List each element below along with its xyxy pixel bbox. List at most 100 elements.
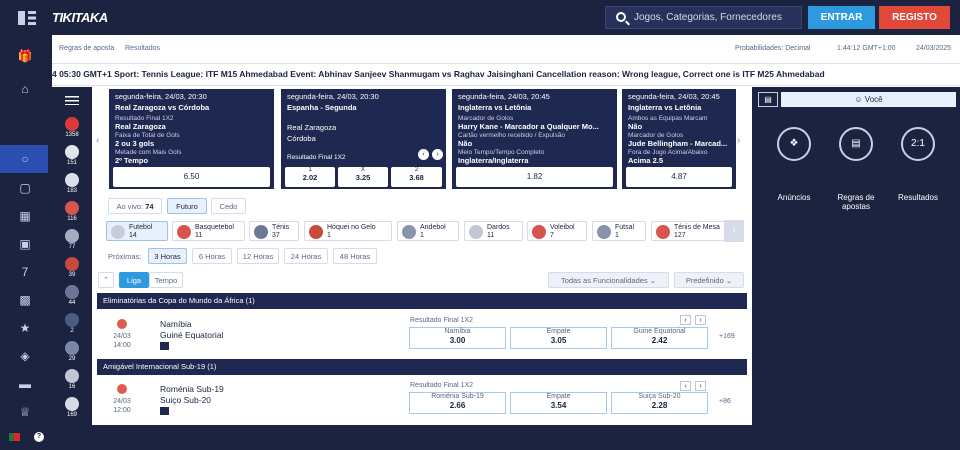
help-icon[interactable]: ? [34, 432, 44, 442]
card-odd-button[interactable]: 1.82 [456, 167, 613, 187]
more-markets[interactable]: +86 [719, 398, 731, 405]
live-icon[interactable]: ▢ [16, 181, 34, 195]
chevron-right-icon[interactable]: › [695, 381, 706, 391]
sport-chip-handball[interactable]: Andebol 1 [397, 221, 459, 241]
sport-col-item[interactable]: 44 [58, 285, 86, 306]
sport-col-item[interactable]: 1358 [58, 117, 86, 138]
more-markets[interactable]: +169 [719, 333, 735, 340]
features-dropdown[interactable]: Todas as Funcionalidades ⌄ [548, 272, 669, 288]
tab-early[interactable]: Cedo [211, 198, 246, 214]
chevron-right-icon[interactable]: › [432, 149, 443, 160]
outcome-button[interactable]: 1 2.02 [285, 167, 335, 187]
announcements-label[interactable]: Anúncios [766, 193, 822, 202]
sport-col-item[interactable]: 77 [58, 229, 86, 250]
crown-icon[interactable]: ♕ [16, 405, 34, 419]
sport-col-item[interactable]: 169 [58, 397, 86, 418]
odds-button[interactable]: Namíbia 3.00 [409, 327, 506, 349]
odds-button[interactable]: Suiça Sub-20 2.28 [611, 392, 708, 414]
home-team[interactable]: Roménia Sub-19 [160, 384, 224, 394]
odds-button[interactable]: Guiné Equatorial 2.42 [611, 327, 708, 349]
next-48h[interactable]: 48 Horas [333, 248, 377, 264]
seven-icon[interactable]: 7 [16, 265, 34, 279]
gift-icon[interactable]: 🎁 [16, 49, 34, 63]
sport-col-item[interactable]: 29 [58, 341, 86, 362]
odds-format-select[interactable]: Probabilidades: Decimal [735, 45, 810, 52]
odds-button[interactable]: Empate 3.54 [510, 392, 607, 414]
rules-book-icon[interactable]: ▤ [839, 127, 873, 161]
sport-chip-darts[interactable]: Dardos 11 [464, 221, 523, 241]
trophy-icon[interactable]: ★ [16, 321, 34, 335]
tab-time[interactable]: Tempo [149, 272, 183, 288]
register-button[interactable]: REGISTO [879, 6, 950, 29]
login-button[interactable]: ENTRAR [808, 6, 875, 29]
sport-col-item[interactable]: 183 [58, 173, 86, 194]
away-team[interactable]: Guiné Equatorial [160, 330, 223, 340]
odds-button[interactable]: Roménia Sub-19 2.66 [409, 392, 506, 414]
chevron-left-icon[interactable]: ‹ [96, 135, 99, 146]
chevron-right-icon[interactable]: › [724, 220, 744, 242]
featured-card[interactable]: segunda-feira, 24/03, 20:45 Inglaterra v… [622, 89, 736, 189]
slots-icon[interactable]: ▩ [16, 293, 34, 307]
sport-col-item[interactable]: 2 [58, 313, 86, 334]
sport-col-item[interactable]: 151 [58, 145, 86, 166]
chevron-right-icon[interactable]: › [695, 315, 706, 325]
outcome-button[interactable]: X 3.25 [338, 167, 388, 187]
chevron-left-icon[interactable]: ‹ [418, 149, 429, 160]
coupon-icon[interactable]: ▦ [16, 209, 34, 223]
stats-icon[interactable] [160, 407, 169, 415]
sport-chip-table-tennis[interactable]: Ténis de Mesa 127 [651, 221, 726, 241]
odds-button[interactable]: Empate 3.05 [510, 327, 607, 349]
chevron-left-icon[interactable]: ‹ [680, 381, 691, 391]
card-odd-button[interactable]: 4.87 [626, 167, 732, 187]
results-label[interactable]: Resultados [890, 193, 946, 202]
sport-col-item[interactable]: 16 [58, 369, 86, 390]
league-header[interactable]: Eliminatórias da Copa do Mundo da África… [97, 293, 747, 309]
sport-chip-futsal[interactable]: Futsal 1 [592, 221, 646, 241]
betslip-user-tab[interactable]: ☺ Você [781, 92, 956, 107]
sport-chip-hockey[interactable]: Hóquei no Gelo 1 [304, 221, 392, 241]
megaphone-icon[interactable]: ❖ [777, 127, 811, 161]
next-24h[interactable]: 24 Horas [284, 248, 328, 264]
chevron-right-icon[interactable]: › [737, 135, 740, 146]
card-date: segunda-feira, 24/03, 20:30 [287, 92, 379, 101]
betting-rules-label[interactable]: Regras de apostas [830, 193, 882, 211]
card-odd-button[interactable]: 6.50 [113, 167, 270, 187]
trash-icon[interactable]: ▤ [758, 92, 778, 107]
basketball-icon[interactable]: ○ [16, 152, 34, 166]
stats-icon[interactable] [160, 342, 169, 350]
away-team[interactable]: Suiço Sub-20 [160, 395, 211, 405]
sport-col-item[interactable]: 116 [58, 201, 86, 222]
casino-icon[interactable]: ▬ [16, 377, 34, 391]
next-12h[interactable]: 12 Horas [237, 248, 279, 264]
next-3h[interactable]: 3 Horas [148, 248, 187, 264]
featured-card[interactable]: segunda-feira, 24/03, 20:30 Espanha - Se… [281, 89, 446, 189]
rules-link[interactable]: Regras de aposta [59, 45, 114, 52]
tab-league[interactable]: Liga [119, 272, 149, 288]
results-icon[interactable]: 2:1 [901, 127, 935, 161]
home-icon[interactable]: ⌂ [16, 82, 34, 96]
search-input[interactable]: Jogos, Categorias, Fornecedores [605, 6, 802, 29]
sort-dropdown[interactable]: Predefinido ⌄ [674, 272, 744, 288]
flag-portugal-icon[interactable] [9, 433, 20, 441]
outcome-button[interactable]: 2 3.68 [391, 167, 442, 187]
sport-chip-basketball[interactable]: Basquetebol 11 [172, 221, 245, 241]
logo[interactable]: TIKITAKA [52, 10, 108, 25]
home-team[interactable]: Namíbia [160, 319, 192, 329]
collapse-icon[interactable]: ⌃ [98, 272, 114, 288]
sport-chip-volleyball[interactable]: Voleibol 7 [527, 221, 587, 241]
league-header[interactable]: Amigável Internacional Sub-19 (1) [97, 359, 747, 375]
featured-card[interactable]: segunda-feira, 24/03, 20:30 Real Zaragoz… [109, 89, 274, 189]
results-link[interactable]: Resultados [125, 45, 160, 52]
featured-card[interactable]: segunda-feira, 24/03, 20:45 Inglaterra v… [452, 89, 617, 189]
sport-col-item[interactable]: 39 [58, 257, 86, 278]
hamburger-icon[interactable] [65, 96, 79, 105]
menu-icon[interactable] [18, 11, 36, 25]
esports-icon[interactable]: ◈ [16, 349, 34, 363]
tab-live[interactable]: Ao vivo: 74 [108, 198, 162, 214]
next-6h[interactable]: 6 Horas [192, 248, 232, 264]
chevron-left-icon[interactable]: ‹ [680, 315, 691, 325]
ticket-icon[interactable]: ▣ [16, 237, 34, 251]
sport-chip-tennis[interactable]: Ténis 37 [249, 221, 299, 241]
sport-chip-football[interactable]: Futebol 14 [106, 221, 168, 241]
tab-future[interactable]: Futuro [167, 198, 207, 214]
